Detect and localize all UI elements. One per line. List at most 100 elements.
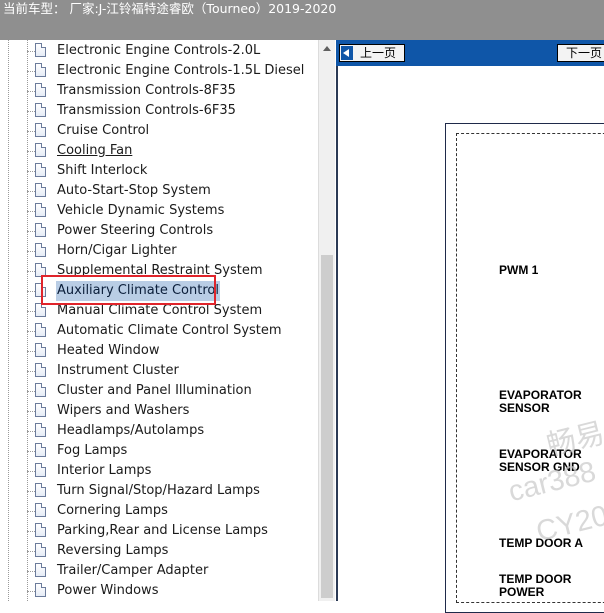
tree-connector (27, 91, 35, 92)
tree-connector (27, 591, 35, 592)
tree-item-label[interactable]: Power Steering Controls (56, 221, 214, 241)
document-icon (35, 203, 46, 217)
document-icon (35, 463, 46, 477)
tree-connector (27, 351, 35, 352)
document-icon (35, 583, 46, 597)
diagram-label-pwm1: PWM 1 (499, 263, 539, 277)
document-icon (35, 323, 46, 337)
tree-item[interactable]: Fog Lamps (0, 441, 318, 461)
annotation-highlight-box (41, 275, 216, 305)
tree-item[interactable]: Headlamps/Autolamps (0, 421, 318, 441)
document-icon (35, 183, 46, 197)
document-icon (35, 383, 46, 397)
tree-item[interactable]: Heated Window (0, 341, 318, 361)
tree-item-label[interactable]: Heated Window (56, 341, 160, 361)
viewer-toolbar: 上一页 下一页 (336, 40, 604, 66)
tree-item[interactable]: Power Windows (0, 581, 318, 601)
tree-item-label[interactable]: Cruise Control (56, 121, 150, 141)
tree-connector (27, 271, 35, 272)
tree-item[interactable]: Electronic Engine Controls-1.5L Diesel (0, 61, 318, 81)
tree-item[interactable]: Trailer/Camper Adapter (0, 561, 318, 581)
tree-item[interactable]: Cruise Control (0, 121, 318, 141)
tree-connector (27, 171, 35, 172)
tree-item[interactable]: Interior Lamps (0, 461, 318, 481)
tree-item-label[interactable]: Cooling Fan (56, 141, 133, 161)
tree-item[interactable]: Power Steering Controls (0, 221, 318, 241)
tree-connector (27, 531, 35, 532)
document-icon (35, 483, 46, 497)
tree-connector (27, 251, 35, 252)
tree-connector (27, 71, 35, 72)
tree-connector (27, 511, 35, 512)
tree-item-label[interactable]: Auto-Start-Stop System (56, 181, 212, 201)
tree-connector (27, 311, 35, 312)
diagram-label-temp-door-power: TEMP DOOR POWER (499, 572, 572, 599)
tree-item-label[interactable]: Interior Lamps (56, 461, 152, 481)
tree-item-label[interactable]: Vehicle Dynamic Systems (56, 201, 225, 221)
document-icon (35, 403, 46, 417)
tree-item[interactable]: Transmission Controls-8F35 (0, 81, 318, 101)
document-icon (35, 343, 46, 357)
document-icon (35, 423, 46, 437)
tree-item-label[interactable]: Instrument Cluster (56, 361, 180, 381)
tree-item[interactable]: Turn Signal/Stop/Hazard Lamps (0, 481, 318, 501)
tree-item[interactable]: Cluster and Panel Illumination (0, 381, 318, 401)
tree-item[interactable]: Electronic Engine Controls-2.0L (0, 41, 318, 61)
next-page-label: 下一页 (566, 46, 603, 60)
tree-connector (27, 471, 35, 472)
tree-connector (27, 371, 35, 372)
document-icon (35, 63, 46, 77)
tree-item[interactable]: Parking,Rear and License Lamps (0, 521, 318, 541)
tree-item-label[interactable]: Wipers and Washers (56, 401, 190, 421)
scroll-thumb[interactable] (321, 255, 333, 598)
tree-connector (27, 211, 35, 212)
tree-item[interactable]: Cooling Fan (0, 141, 318, 161)
diagram-label-evaporator-sensor: EVAPORATOR SENSOR (499, 388, 582, 415)
tree-connector (27, 151, 35, 152)
tree-scrollbar[interactable] (318, 40, 335, 601)
tree-connector (27, 331, 35, 332)
tree-item[interactable]: Cornering Lamps (0, 501, 318, 521)
tree-item-label[interactable]: Reversing Lamps (56, 541, 169, 561)
tree-connector (27, 291, 35, 292)
tree-item[interactable]: Auto-Start-Stop System (0, 181, 318, 201)
tree-item-label[interactable]: Electronic Engine Controls-1.5L Diesel (56, 61, 305, 81)
tree-item[interactable]: Horn/Cigar Lighter (0, 241, 318, 261)
tree-item[interactable]: Shift Interlock (0, 161, 318, 181)
next-page-button[interactable]: 下一页 (557, 44, 604, 62)
tree-connector (27, 411, 35, 412)
document-icon (35, 143, 46, 157)
tree-item[interactable]: Reversing Lamps (0, 541, 318, 561)
tree-item-label[interactable]: Turn Signal/Stop/Hazard Lamps (56, 481, 261, 501)
previous-page-button[interactable]: 上一页 (339, 44, 405, 62)
document-icon (35, 123, 46, 137)
tree-item-label[interactable]: Cornering Lamps (56, 501, 169, 521)
viewer-border (336, 66, 338, 601)
document-icon (35, 523, 46, 537)
tree-item-label[interactable]: Trailer/Camper Adapter (56, 561, 209, 581)
tree-item-label[interactable]: Parking,Rear and License Lamps (56, 521, 269, 541)
document-icon (35, 363, 46, 377)
tree-item-label[interactable]: Headlamps/Autolamps (56, 421, 205, 441)
tree-item[interactable]: Automatic Climate Control System (0, 321, 318, 341)
tree-item-label[interactable]: Fog Lamps (56, 441, 128, 461)
document-icon (35, 443, 46, 457)
tree-connector (27, 231, 35, 232)
tree-item-label[interactable]: Electronic Engine Controls-2.0L (56, 41, 261, 61)
tree-item-label[interactable]: Transmission Controls-8F35 (56, 81, 237, 101)
tree-item-label[interactable]: Transmission Controls-6F35 (56, 101, 237, 121)
tree-item[interactable]: Instrument Cluster (0, 361, 318, 381)
tree-item-label[interactable]: Shift Interlock (56, 161, 148, 181)
tree-item-label[interactable]: Automatic Climate Control System (56, 321, 283, 341)
tree-item-label[interactable]: Power Windows (56, 581, 159, 601)
tree-connector (27, 451, 35, 452)
tree-item[interactable]: Wipers and Washers (0, 401, 318, 421)
tree-item[interactable]: Transmission Controls-6F35 (0, 101, 318, 121)
tree-connector (27, 431, 35, 432)
tree-connector (27, 391, 35, 392)
tree-item[interactable]: Vehicle Dynamic Systems (0, 201, 318, 221)
tree-item-label[interactable]: Horn/Cigar Lighter (56, 241, 178, 261)
document-icon (35, 83, 46, 97)
tree-item-label[interactable]: Cluster and Panel Illumination (56, 381, 253, 401)
scroll-up-arrow-icon[interactable] (319, 40, 335, 57)
